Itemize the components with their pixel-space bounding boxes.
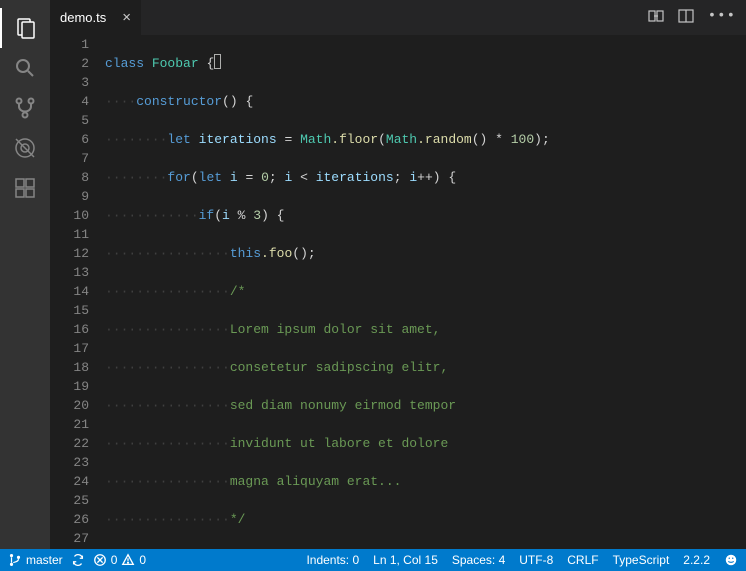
- line-number: 14: [50, 282, 89, 301]
- line-number: 15: [50, 301, 89, 320]
- debug-icon[interactable]: [0, 128, 50, 168]
- line-number: 1: [50, 35, 89, 54]
- editor-content[interactable]: 1 2 3 4 5 6 7 8 9 10 11 12 13 14 15 16 1…: [50, 35, 746, 549]
- tab-actions: •••: [648, 8, 746, 28]
- line-number: 12: [50, 244, 89, 263]
- line-number: 19: [50, 377, 89, 396]
- line-number: 5: [50, 111, 89, 130]
- activity-bar: [0, 0, 50, 549]
- line-number: 7: [50, 149, 89, 168]
- line-number: 20: [50, 396, 89, 415]
- compare-icon[interactable]: [648, 8, 664, 28]
- problems[interactable]: 0 0: [93, 553, 146, 567]
- search-icon[interactable]: [0, 48, 50, 88]
- status-bar: master 0 0 Indents: 0 Ln 1, Col 15 Space…: [0, 549, 746, 571]
- line-number: 9: [50, 187, 89, 206]
- close-icon[interactable]: ×: [122, 9, 131, 26]
- line-number: 10: [50, 206, 89, 225]
- line-number: 3: [50, 73, 89, 92]
- explorer-icon[interactable]: [0, 8, 50, 48]
- line-number: 26: [50, 510, 89, 529]
- line-number: 18: [50, 358, 89, 377]
- feedback-icon[interactable]: [724, 553, 738, 567]
- typescript-version[interactable]: 2.2.2: [683, 553, 710, 567]
- editor-area: demo.ts × ••• 1 2 3 4 5 6 7 8 9 10 11: [50, 0, 746, 549]
- line-number: 4: [50, 92, 89, 111]
- encoding[interactable]: UTF-8: [519, 553, 553, 567]
- cursor-position[interactable]: Ln 1, Col 15: [373, 553, 438, 567]
- line-number: 8: [50, 168, 89, 187]
- line-number: 24: [50, 472, 89, 491]
- git-branch[interactable]: master: [8, 553, 63, 567]
- line-number: 16: [50, 320, 89, 339]
- scm-icon[interactable]: [0, 88, 50, 128]
- indents[interactable]: Indents: 0: [306, 553, 359, 567]
- tab-label: demo.ts: [60, 10, 106, 25]
- line-number: 6: [50, 130, 89, 149]
- eol[interactable]: CRLF: [567, 553, 598, 567]
- line-number: 17: [50, 339, 89, 358]
- extensions-icon[interactable]: [0, 168, 50, 208]
- line-gutter: 1 2 3 4 5 6 7 8 9 10 11 12 13 14 15 16 1…: [50, 35, 105, 549]
- split-editor-icon[interactable]: [678, 8, 694, 28]
- line-number: 11: [50, 225, 89, 244]
- line-number: 25: [50, 491, 89, 510]
- line-number: 23: [50, 453, 89, 472]
- line-number: 21: [50, 415, 89, 434]
- tab-bar: demo.ts × •••: [50, 0, 746, 35]
- line-number: 2: [50, 54, 89, 73]
- language-mode[interactable]: TypeScript: [613, 553, 670, 567]
- more-icon[interactable]: •••: [708, 8, 736, 28]
- line-number: 27: [50, 529, 89, 548]
- indent-spaces[interactable]: Spaces: 4: [452, 553, 505, 567]
- tab-demo-ts[interactable]: demo.ts ×: [50, 0, 142, 35]
- line-number: 22: [50, 434, 89, 453]
- line-number: 13: [50, 263, 89, 282]
- sync-icon[interactable]: [71, 553, 85, 567]
- code-body[interactable]: class Foobar { ····constructor() { ·····…: [105, 35, 746, 549]
